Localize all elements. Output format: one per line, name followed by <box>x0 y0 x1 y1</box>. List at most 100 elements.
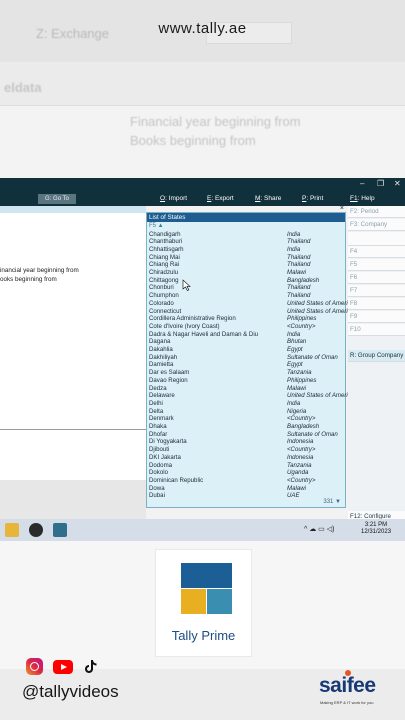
state-list-item[interactable]: Delaware United States of America <box>147 392 354 400</box>
fkey-f8[interactable]: F8 <box>348 298 405 310</box>
fkey-f5[interactable]: F5 <box>348 259 405 271</box>
state-country: Sultanate of Oman <box>287 430 338 438</box>
state-list-item[interactable]: Delhi India <box>147 400 345 408</box>
state-name: Dedza <box>149 384 167 392</box>
state-country: United States of America <box>287 392 355 400</box>
state-list-item[interactable]: Colorado United States of America <box>147 299 354 308</box>
state-list-item[interactable]: Chiradzulu Malawi <box>147 269 345 277</box>
faded-fy-label: Financial year beginning from <box>130 114 301 129</box>
state-name: Dhaka <box>149 423 167 430</box>
state-name: Dar es Salaam <box>149 369 190 377</box>
state-list-item[interactable]: Dhofar Sultanate of Oman <box>147 431 345 439</box>
fkey-group-company[interactable]: R: Group Company <box>348 350 405 362</box>
app-icon[interactable] <box>29 523 43 537</box>
menu-print-label: : Print <box>306 195 324 202</box>
state-name: Dakahlia <box>149 346 173 353</box>
instagram-icon[interactable] <box>26 658 43 675</box>
state-list-item[interactable]: DKI Jakarta Indonesia <box>147 454 345 462</box>
state-name: Dubai <box>149 492 165 500</box>
fkey-period[interactable]: F2: Period <box>348 206 405 218</box>
state-list-item[interactable]: Delta Nigeria <box>147 408 345 416</box>
menu-export[interactable]: E: Export <box>207 195 234 202</box>
fkey-company[interactable]: F3: Company <box>348 219 405 231</box>
state-list-item[interactable]: Dodoma Tanzania <box>147 462 345 470</box>
state-list-item[interactable]: Dagana Bhutan <box>147 338 345 346</box>
youtube-icon[interactable] <box>53 660 73 674</box>
state-name: Delta <box>149 407 164 415</box>
state-list-item[interactable]: Dedza Malawi <box>147 385 345 393</box>
state-country: Thailand <box>287 284 311 292</box>
state-name: Colorado <box>149 299 174 307</box>
state-list-item[interactable]: Dakhiliyah Sultanate of Oman <box>147 354 345 362</box>
state-list-item[interactable]: Dowa Malawi <box>147 485 345 493</box>
state-name: Chandigarh <box>149 230 181 238</box>
state-country: United States of America <box>287 299 355 307</box>
state-list-item[interactable]: Djibouti <Country> <box>147 446 345 454</box>
state-country: United States of America <box>287 307 355 315</box>
state-name: Connecticut <box>149 307 182 315</box>
state-list-item[interactable]: Chittagong Bangladesh <box>147 277 345 285</box>
books-begin-label: ooks beginning from <box>0 276 57 283</box>
state-list-item[interactable]: Damietta Egypt <box>147 361 345 369</box>
state-name: Dodoma <box>149 461 173 469</box>
state-list-item[interactable]: Dar es Salaam Tanzania <box>147 369 345 377</box>
maximize-button[interactable]: ❐ <box>377 179 384 188</box>
tiktok-icon[interactable] <box>82 658 99 675</box>
state-country: <Country> <box>287 322 316 330</box>
list-count: 331 ▼ <box>323 499 341 505</box>
tally-taskbar-icon[interactable] <box>53 523 67 537</box>
menu-share[interactable]: M: Share <box>255 195 281 202</box>
menu-import[interactable]: O: Import <box>160 195 187 202</box>
fkey-f6[interactable]: F6 <box>348 272 405 284</box>
state-country: Thailand <box>287 261 311 269</box>
state-name: Chittagong <box>149 276 179 284</box>
state-list-item[interactable]: Chiang Mai Thailand <box>147 254 345 262</box>
fkey-f7[interactable]: F7 <box>348 285 405 297</box>
state-name: Cote d'Ivoire (Ivory Coast) <box>149 322 220 330</box>
close-icon[interactable]: × <box>340 205 344 212</box>
state-list-item[interactable]: Chandigarh India <box>147 231 345 239</box>
state-list-item[interactable]: Chonburi Thailand <box>147 284 345 292</box>
menu-help[interactable]: F1: Help <box>350 195 375 202</box>
system-tray[interactable]: ^ ☁ ▭ ◁) <box>304 525 334 533</box>
state-country: Philippines <box>287 315 317 323</box>
state-list-item[interactable]: Dhaka Bangladesh <box>147 423 345 431</box>
state-list-item[interactable]: Connecticut United States of America <box>147 307 354 316</box>
state-list-item[interactable]: Dokolo Uganda <box>147 469 345 477</box>
state-list-item[interactable]: Chumphon Thailand <box>147 292 345 300</box>
state-country: <Country> <box>287 446 316 454</box>
state-list-item[interactable]: Chanthaburi Thailand <box>147 238 345 246</box>
minimize-button[interactable]: – <box>360 179 364 188</box>
file-explorer-icon[interactable] <box>5 523 19 537</box>
state-country: <Country> <box>287 476 316 484</box>
goto-button[interactable]: G: Go To <box>38 194 76 204</box>
state-list-item[interactable]: Cote d'Ivoire (Ivory Coast) <Country> <box>147 323 345 331</box>
state-name: Dagana <box>149 338 171 346</box>
state-name: Chonburi <box>149 284 174 292</box>
state-country: Malawi <box>287 269 306 276</box>
state-list-item[interactable]: Cordillera Administrative Region Philippi… <box>147 315 345 323</box>
clock[interactable]: 3:21 PM 12/31/2023 <box>361 522 391 536</box>
fkey-f9[interactable]: F9 <box>348 311 405 323</box>
fkey-f4[interactable]: F4 <box>348 246 405 258</box>
state-name: Chiradzulu <box>149 269 179 276</box>
state-list-item[interactable]: Dakahlia Egypt <box>147 346 345 354</box>
close-window-button[interactable]: ✕ <box>394 179 401 188</box>
fkey-f10[interactable]: F10 <box>348 324 405 336</box>
menu-share-label: : Share <box>260 195 282 202</box>
state-list-item[interactable]: Chiang Rai Thailand <box>147 261 345 269</box>
state-list-item[interactable]: Davao Region Philippines <box>147 377 345 385</box>
state-list-item[interactable]: Chhattisgarh India <box>147 246 345 254</box>
state-country: Thailand <box>287 292 311 300</box>
state-list-item[interactable]: Dubai UAE <box>147 492 345 500</box>
state-list-item[interactable]: Denmark <Country> <box>147 415 345 423</box>
top-blurred-background: Z: Exchange www.tally.ae eldata Financia… <box>0 0 405 178</box>
state-list-item[interactable]: Di Yogyakarta Indonesia <box>147 438 345 446</box>
state-list-item[interactable]: Dadra & Nagar Haveli and Daman & Diu Indi… <box>147 331 345 339</box>
logo-bottom-left <box>181 589 206 614</box>
tally-logo-icon <box>181 563 232 614</box>
function-key-sidebar: F2: Period F3: Company F4 F5 F6 F7 F8 F9… <box>348 206 405 541</box>
state-list-item[interactable]: Dominican Republic <Country> <box>147 477 345 485</box>
state-name: Chanthaburi <box>149 238 183 246</box>
menu-print[interactable]: P: Print <box>302 195 323 202</box>
